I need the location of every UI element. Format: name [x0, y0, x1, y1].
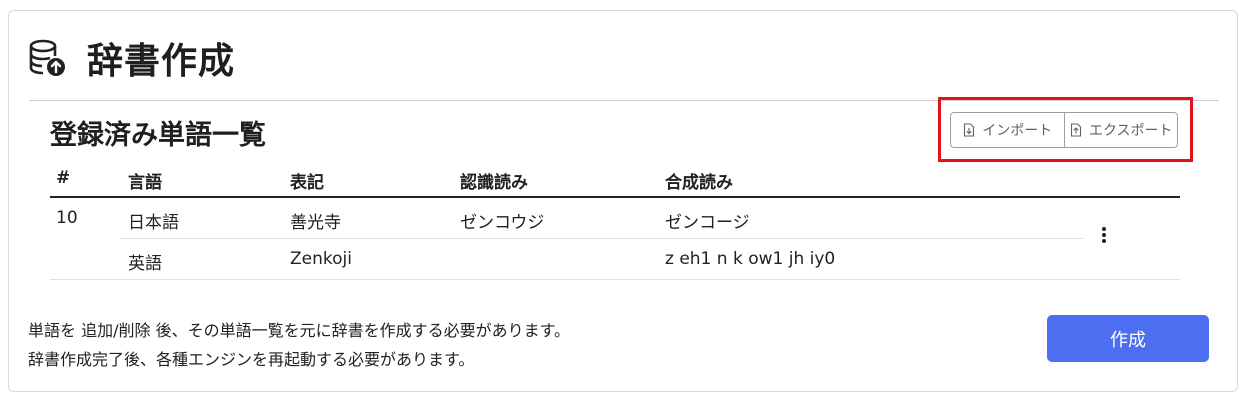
column-notation: 表記 [290, 173, 324, 193]
row-synthesis: z eh1 n k ow1 jh iy0 [665, 249, 836, 269]
database-upload-icon [29, 39, 65, 76]
export-label: エクスポート [1088, 123, 1173, 139]
file-export-icon [1070, 123, 1082, 137]
export-button[interactable]: エクスポート [1063, 113, 1178, 147]
page-title: 辞書作成 [87, 41, 236, 82]
header-divider [29, 100, 1219, 101]
table-row: 英語 Zenkoji z eh1 n k ow1 jh iy0 [50, 239, 1180, 280]
column-language: 言語 [128, 173, 162, 193]
column-synthesis: 合成読み [665, 173, 733, 193]
table-row: 10 日本語 善光寺 ゼンコウジ ゼンコージ [50, 198, 1180, 239]
row-synthesis: ゼンコージ [665, 213, 750, 233]
note-line: 辞書作成完了後、各種エンジンを再起動する必要があります。 [28, 350, 475, 369]
row-notation: Zenkoji [290, 249, 352, 269]
note-line: 単語を 追加/削除 後、その単語一覧を元に辞書を作成する必要があります。 [28, 321, 570, 340]
notes: 単語を 追加/削除 後、その単語一覧を元に辞書を作成する必要があります。 辞書作… [28, 316, 570, 374]
import-label: インポート [982, 123, 1053, 139]
file-import-icon [964, 123, 975, 137]
import-export-group: インポート エクスポート [950, 112, 1178, 148]
column-recognition: 認識読み [460, 173, 528, 193]
row-notation: 善光寺 [290, 213, 341, 233]
table-header: # 言語 表記 認識読み 合成読み [50, 163, 1180, 198]
column-number: # [56, 168, 71, 188]
import-button[interactable]: インポート [951, 113, 1064, 147]
more-vert-icon [1102, 227, 1106, 243]
row-language: 英語 [128, 254, 162, 274]
create-button[interactable]: 作成 [1047, 315, 1209, 362]
section-title: 登録済み単語一覧 [50, 120, 266, 151]
row-language: 日本語 [128, 213, 179, 233]
page-header: 辞書作成 [27, 33, 235, 83]
row-number: 10 [56, 208, 78, 228]
more-options-button[interactable] [1090, 221, 1118, 249]
row-recognition: ゼンコウジ [460, 213, 545, 233]
word-table: # 言語 表記 認識読み 合成読み 10 日本語 善光寺 ゼンコウジ ゼンコージ… [50, 163, 1180, 280]
